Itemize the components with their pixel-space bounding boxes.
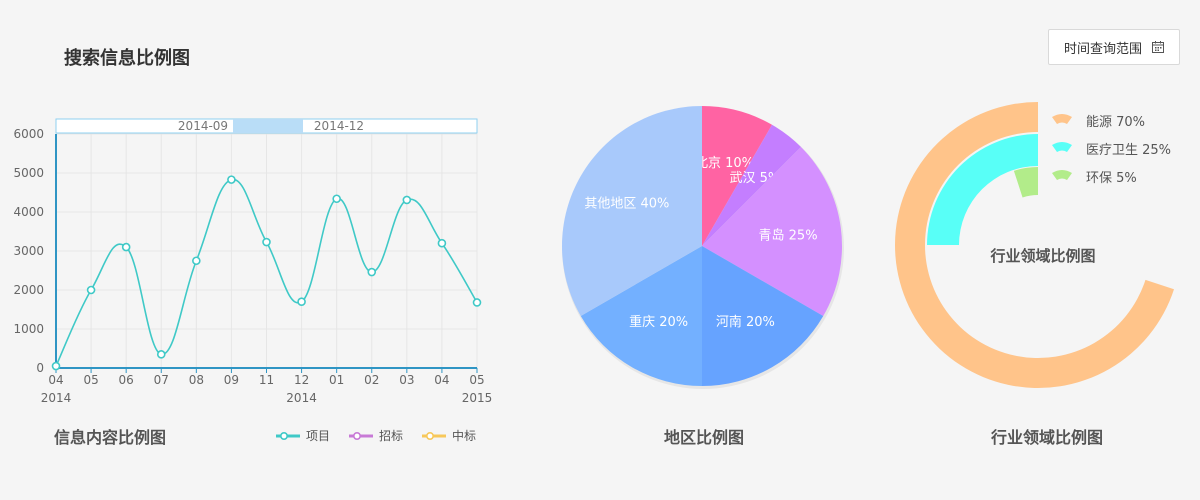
y-tick-label: 2000 <box>13 283 44 297</box>
data-point[interactable] <box>297 297 306 307</box>
legend-swatch-icon <box>349 431 373 440</box>
ring-arc[interactable] <box>1013 167 1038 198</box>
legend-wedge-icon <box>1052 114 1072 124</box>
legend-item[interactable]: 项目 <box>276 427 330 444</box>
x-tick-label: 09 <box>224 373 239 387</box>
ring-legend-item[interactable]: 医疗卫生 25% <box>1052 142 1171 158</box>
x-year-label: 2014 <box>41 391 72 405</box>
pie-chart-caption: 地区比例图 <box>664 428 745 447</box>
x-year-label: 2014 <box>286 391 317 405</box>
x-year-label: 2015 <box>462 391 493 405</box>
x-tick-label: 04 <box>434 373 449 387</box>
data-point[interactable] <box>332 194 341 204</box>
y-tick-label: 6000 <box>13 127 44 141</box>
pie-slice-label: 其他地区 40% <box>584 197 669 212</box>
ring-legend-label: 医疗卫生 25% <box>1086 143 1171 158</box>
data-point[interactable] <box>51 361 61 371</box>
data-point[interactable] <box>86 285 96 295</box>
data-zoom-end-label: 2014-12 <box>314 119 364 133</box>
data-zoom-window[interactable] <box>233 119 303 133</box>
legend-swatch-icon <box>276 431 300 440</box>
x-tick-label: 05 <box>469 373 484 387</box>
region-pie-chart[interactable]: 北京 10%武汉 5%青岛 25%河南 20%重庆 20%其他地区 40% <box>540 0 860 420</box>
pie-slice-label: 北京 10% <box>695 156 754 171</box>
ring-legend-item[interactable]: 环保 5% <box>1052 170 1137 186</box>
data-point[interactable] <box>262 237 271 247</box>
x-tick-label: 02 <box>364 373 379 387</box>
x-tick-label: 08 <box>189 373 204 387</box>
legend-wedge-icon <box>1052 170 1072 180</box>
x-tick-label: 06 <box>119 373 134 387</box>
x-tick-label: 03 <box>399 373 414 387</box>
y-tick-label: 1000 <box>13 322 44 336</box>
legend-wedge-icon <box>1052 142 1072 152</box>
data-point[interactable] <box>437 238 447 248</box>
data-point[interactable] <box>192 256 201 266</box>
ring-chart-caption: 行业领域比例图 <box>991 428 1104 447</box>
legend-label: 项目 <box>306 429 331 443</box>
x-tick-label: 04 <box>48 373 63 387</box>
pie-slice-label: 重庆 20% <box>629 314 688 330</box>
data-point[interactable] <box>402 195 412 205</box>
y-tick-label: 3000 <box>13 244 44 258</box>
legend-label: 招标 <box>379 429 404 443</box>
y-tick-label: 4000 <box>13 205 44 219</box>
ring-legend-label: 环保 5% <box>1086 171 1137 186</box>
pie-slice-label: 青岛 25% <box>759 228 818 244</box>
data-point[interactable] <box>472 298 482 307</box>
ring-legend-label: 能源 70% <box>1086 115 1145 130</box>
data-point[interactable] <box>367 267 377 277</box>
data-point[interactable] <box>156 350 166 359</box>
y-tick-label: 5000 <box>13 166 44 180</box>
pie-slice-label: 河南 20% <box>716 314 775 330</box>
line-chart-caption: 信息内容比例图 <box>54 428 167 447</box>
legend-swatch-icon <box>422 431 446 440</box>
x-tick-label: 11 <box>259 373 274 387</box>
ring-chart-title: 行业领域比例图 <box>989 247 1095 265</box>
x-tick-label: 05 <box>83 373 98 387</box>
data-zoom-start-label: 2014-09 <box>178 119 228 133</box>
data-point[interactable] <box>227 175 236 184</box>
industry-ring-chart[interactable]: 行业领域比例图 能源 70% 医疗卫生 25% 环保 5% <box>870 0 1200 420</box>
ring-legend-item[interactable]: 能源 70% <box>1052 114 1145 130</box>
x-tick-label: 12 <box>294 373 309 387</box>
legend-item[interactable]: 中标 <box>422 427 476 444</box>
legend-label: 中标 <box>452 429 477 443</box>
legend-item[interactable]: 招标 <box>349 427 403 444</box>
data-point[interactable] <box>121 242 131 252</box>
y-tick-label: 0 <box>36 361 44 375</box>
x-tick-label: 01 <box>329 373 344 387</box>
line-chart[interactable]: 2014-09 2014-12 0 1000 2000 3000 4000 5000 6000 0… <box>0 0 520 420</box>
x-tick-label: 07 <box>154 373 169 387</box>
